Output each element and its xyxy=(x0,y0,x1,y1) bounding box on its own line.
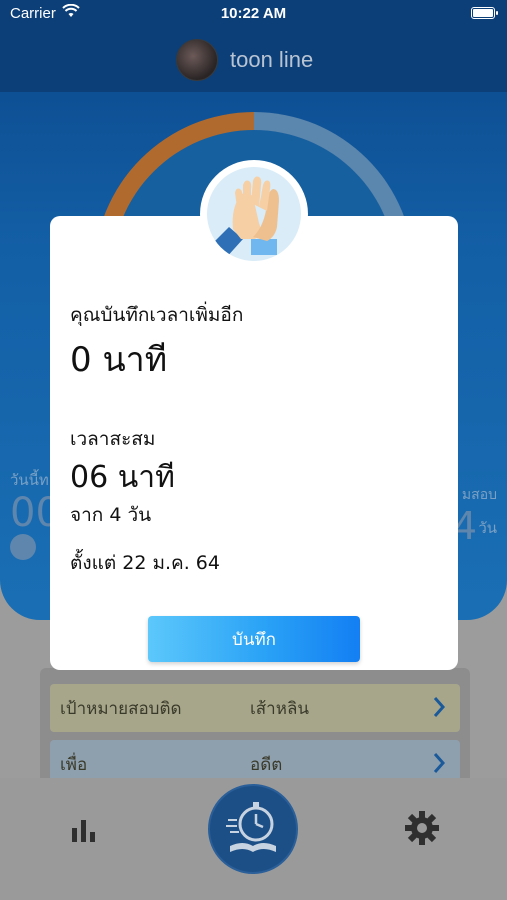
save-button[interactable]: บันทึก xyxy=(148,616,360,662)
added-time-label: คุณบันทึกเวลาเพิ่มอีก xyxy=(70,304,244,326)
clapping-hands-icon xyxy=(213,176,279,259)
accumulated-time-label: เวลาสะสม xyxy=(70,428,156,450)
days-count-text: จาก 4 วัน xyxy=(70,504,152,526)
since-date-text: ตั้งแต่ 22 ม.ค. 64 xyxy=(70,552,220,574)
applause-badge xyxy=(200,160,308,268)
added-time-value: 0 นาที xyxy=(70,340,168,380)
accumulated-time-value: 06 นาที xyxy=(70,460,175,495)
